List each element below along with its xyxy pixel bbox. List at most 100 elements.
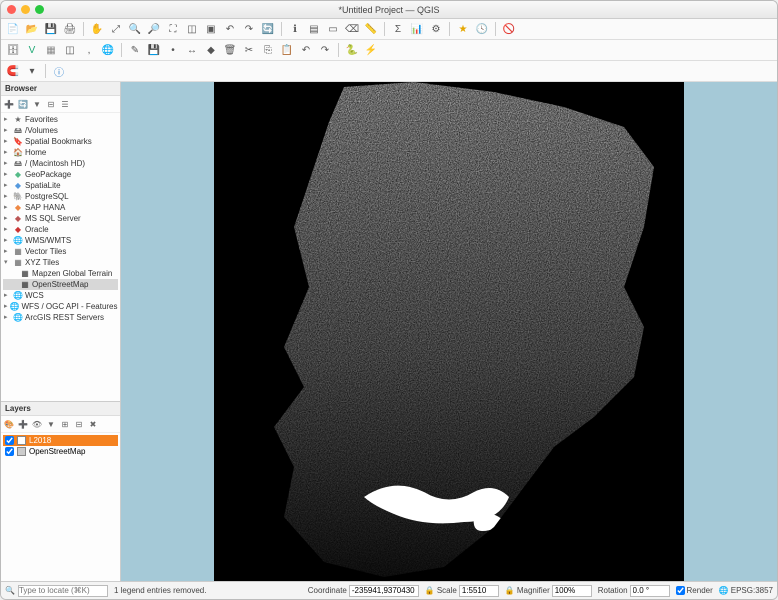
snap-opts-button[interactable]: ▾ [24, 63, 40, 79]
zoom-selection-button[interactable]: ◫ [184, 21, 200, 37]
locator-input[interactable] [18, 585, 108, 597]
measure-button[interactable]: 📏 [363, 21, 379, 37]
no-action-button[interactable]: 🚫 [501, 21, 517, 37]
scale-input[interactable] [459, 585, 499, 597]
zoom-full-button[interactable]: ⛶ [165, 21, 181, 37]
layer-row[interactable]: OpenStreetMap [3, 446, 118, 457]
browser-item[interactable]: ▾▦XYZ Tiles [3, 257, 118, 268]
layer-visibility-checkbox[interactable] [5, 436, 14, 445]
expand-icon[interactable]: ▸ [4, 180, 11, 191]
expand-icon[interactable]: ▸ [4, 125, 11, 136]
browser-item[interactable]: ▸🖴/Volumes [3, 125, 118, 136]
expand-icon[interactable]: ▸ [4, 191, 11, 202]
layers-style-button[interactable]: 🎨 [3, 418, 15, 430]
browser-filter-button[interactable]: ▼ [31, 98, 43, 110]
expand-icon[interactable]: ▾ [4, 257, 11, 268]
browser-refresh-button[interactable]: 🔄 [17, 98, 29, 110]
help-button[interactable]: ⓘ [51, 63, 67, 79]
new-print-layout-button[interactable]: 🖨 [62, 21, 78, 37]
expand-icon[interactable]: ▸ [4, 224, 11, 235]
expand-icon[interactable]: ▸ [4, 202, 11, 213]
zoom-in-button[interactable]: 🔍 [127, 21, 143, 37]
browser-item[interactable]: ▸◆SAP HANA [3, 202, 118, 213]
move-feature-button[interactable]: ↔ [184, 42, 200, 58]
python-console-button[interactable]: 🐍 [344, 42, 360, 58]
expand-icon[interactable]: ▸ [4, 158, 11, 169]
toolbox-button[interactable]: ⚙ [428, 21, 444, 37]
attributes-button[interactable]: ▤ [306, 21, 322, 37]
browser-item-child[interactable]: ▦Mapzen Global Terrain [3, 268, 118, 279]
data-source-button[interactable]: 🗄 [5, 42, 21, 58]
add-raster-button[interactable]: ▦ [43, 42, 59, 58]
browser-item[interactable]: ▸▦Vector Tiles [3, 246, 118, 257]
save-edits-button[interactable]: 💾 [146, 42, 162, 58]
add-csv-button[interactable]: , [81, 42, 97, 58]
browser-add-button[interactable]: ➕ [3, 98, 15, 110]
delete-button[interactable]: 🗑 [222, 42, 238, 58]
lock-icon[interactable]: 🔒 [505, 586, 515, 595]
layers-expand-button[interactable]: ⊞ [59, 418, 71, 430]
add-mesh-button[interactable]: ◫ [62, 42, 78, 58]
zoom-next-button[interactable]: ↷ [241, 21, 257, 37]
layer-row[interactable]: L2018 [3, 435, 118, 446]
browser-collapse-button[interactable]: ⊟ [45, 98, 57, 110]
layers-filter-button[interactable]: ▼ [45, 418, 57, 430]
expand-icon[interactable]: ▸ [4, 235, 11, 246]
browser-item[interactable]: ▸🐘PostgreSQL [3, 191, 118, 202]
toggle-editing-button[interactable]: ✎ [127, 42, 143, 58]
expand-icon[interactable]: ▸ [4, 136, 11, 147]
browser-item[interactable]: ▸🌐WCS [3, 290, 118, 301]
lock-icon[interactable]: 🔒 [425, 586, 435, 595]
browser-item[interactable]: ▸🏠Home [3, 147, 118, 158]
layers-remove-button[interactable]: ✖ [87, 418, 99, 430]
undo-button[interactable]: ↶ [298, 42, 314, 58]
browser-item[interactable]: ▸🔖Spatial Bookmarks [3, 136, 118, 147]
style-manager-button[interactable]: ★ [455, 21, 471, 37]
new-project-button[interactable]: 📄 [5, 21, 21, 37]
render-checkbox[interactable] [676, 586, 685, 595]
browser-item[interactable]: ▸🌐ArcGIS REST Servers [3, 312, 118, 323]
redo-button[interactable]: ↷ [317, 42, 333, 58]
map-canvas[interactable] [214, 82, 684, 581]
zoom-last-button[interactable]: ↶ [222, 21, 238, 37]
expand-icon[interactable]: ▸ [4, 246, 11, 257]
expand-icon[interactable]: ▸ [4, 147, 11, 158]
expand-icon[interactable]: ▸ [4, 290, 11, 301]
layers-add-group-button[interactable]: ➕ [17, 418, 29, 430]
layer-visibility-checkbox[interactable] [5, 447, 14, 456]
browser-item[interactable]: ▸🖴/ (Macintosh HD) [3, 158, 118, 169]
rotation-input[interactable] [630, 585, 670, 597]
select-button[interactable]: ▭ [325, 21, 341, 37]
browser-item[interactable]: ▸◆Oracle [3, 224, 118, 235]
layers-collapse-button[interactable]: ⊟ [73, 418, 85, 430]
pan-to-selection-button[interactable]: ⤢ [108, 21, 124, 37]
expand-icon[interactable]: ▸ [4, 301, 8, 312]
expand-icon[interactable]: ▸ [4, 169, 11, 180]
coordinate-input[interactable] [349, 585, 419, 597]
identify-button[interactable]: ℹ [287, 21, 303, 37]
add-vector-button[interactable]: V [24, 42, 40, 58]
add-feature-button[interactable]: • [165, 42, 181, 58]
browser-item[interactable]: ▸◆SpatiaLite [3, 180, 118, 191]
field-calc-button[interactable]: Σ [390, 21, 406, 37]
copy-button[interactable]: ⎘ [260, 42, 276, 58]
expand-icon[interactable]: ▸ [4, 213, 11, 224]
expand-icon[interactable]: ▸ [4, 114, 11, 125]
browser-item-child[interactable]: ▦OpenStreetMap [3, 279, 118, 290]
crs-field[interactable]: 🌐 EPSG:3857 [719, 586, 773, 595]
refresh-button[interactable]: 🔄 [260, 21, 276, 37]
cut-button[interactable]: ✂ [241, 42, 257, 58]
zoom-out-button[interactable]: 🔎 [146, 21, 162, 37]
save-project-button[interactable]: 💾 [43, 21, 59, 37]
node-tool-button[interactable]: ◆ [203, 42, 219, 58]
open-project-button[interactable]: 📂 [24, 21, 40, 37]
statistics-button[interactable]: 📊 [409, 21, 425, 37]
zoom-layer-button[interactable]: ▣ [203, 21, 219, 37]
browser-item[interactable]: ▸★Favorites [3, 114, 118, 125]
plugin-button[interactable]: ⚡ [363, 42, 379, 58]
layer-list[interactable]: L2018OpenStreetMap [1, 433, 120, 581]
expand-icon[interactable]: ▸ [4, 312, 11, 323]
temporal-button[interactable]: 🕓 [474, 21, 490, 37]
browser-item[interactable]: ▸◆MS SQL Server [3, 213, 118, 224]
browser-item[interactable]: ▸🌐WMS/WMTS [3, 235, 118, 246]
